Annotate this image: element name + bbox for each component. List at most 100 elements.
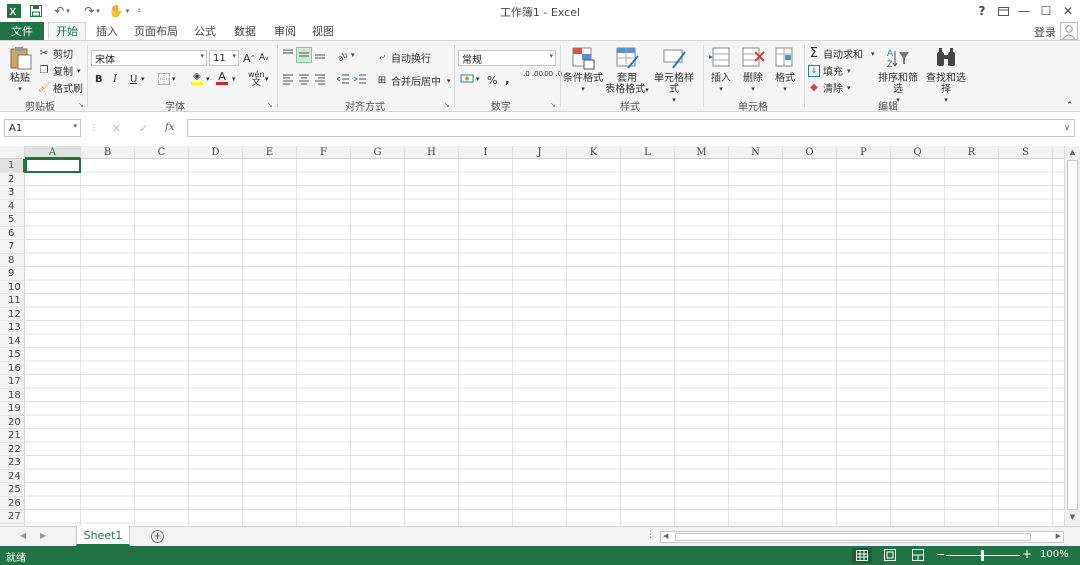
row-header-16[interactable]: 16 — [0, 362, 25, 375]
row-header-20[interactable]: 20 — [0, 416, 25, 429]
normal-view-icon[interactable] — [852, 548, 872, 563]
column-header-p[interactable]: P — [837, 146, 891, 159]
tab-data[interactable]: 数据 — [228, 22, 262, 40]
autosum-button[interactable]: Σ 自动求和 ▾ — [808, 46, 875, 61]
format-cells-button[interactable]: 格式 ▾ — [770, 46, 800, 95]
zoom-level[interactable]: 100% — [1040, 549, 1069, 560]
alignment-launcher-icon[interactable]: ↘ — [444, 101, 452, 109]
row-header-12[interactable]: 12 — [0, 308, 25, 321]
zoom-slider-thumb[interactable] — [981, 550, 984, 561]
copy-button[interactable]: ❐ 复制 ▾ — [38, 63, 81, 78]
row-header-25[interactable]: 25 — [0, 483, 25, 497]
font-size-select[interactable]: 11 ▾ — [209, 50, 239, 66]
decrease-decimal-button[interactable]: .00 .0 — [542, 71, 562, 78]
close-button[interactable]: ✕ — [1058, 3, 1078, 19]
collapse-ribbon-icon[interactable]: ⌃ — [1066, 101, 1074, 111]
percent-style-button[interactable]: % — [487, 74, 497, 87]
font-name-select[interactable]: 宋体 ▾ — [91, 50, 207, 66]
scroll-down-icon[interactable]: ▼ — [1067, 513, 1078, 523]
next-sheet-icon[interactable]: ▶ — [40, 531, 46, 540]
vertical-scrollbar[interactable]: ▲ ▼ — [1064, 146, 1080, 526]
worksheet-grid[interactable]: ABCDEFGHIJKLMNOPQRS 1 2 3 4 5 6 7 8 9 10 11 12 13 14 1… — [0, 146, 1064, 526]
font-color-dropdown-icon[interactable]: ▾ — [232, 75, 236, 83]
find-select-button[interactable]: 查找和选择 ▾ — [922, 46, 970, 106]
row-header-14[interactable]: 14 — [0, 335, 25, 348]
column-header-c[interactable]: C — [135, 146, 189, 159]
formula-input[interactable]: ∨ — [187, 119, 1075, 137]
row-header-1[interactable]: 1 — [0, 159, 25, 173]
align-center-icon[interactable] — [298, 73, 310, 85]
column-header-k[interactable]: K — [567, 146, 621, 159]
column-header-n[interactable]: N — [729, 146, 783, 159]
column-header-s[interactable]: S — [999, 146, 1053, 159]
insert-function-icon[interactable]: fx — [165, 122, 174, 133]
tab-insert[interactable]: 插入 — [90, 22, 124, 40]
font-color-icon[interactable]: A — [216, 71, 228, 85]
row-header-22[interactable]: 22 — [0, 443, 25, 456]
column-header-f[interactable]: F — [297, 146, 351, 159]
phonetic-icon[interactable]: wén 文 — [248, 71, 265, 88]
row-header-9[interactable]: 9 — [0, 267, 25, 281]
column-header-r[interactable]: R — [945, 146, 999, 159]
conditional-formatting-button[interactable]: 条件格式 ▾ — [563, 46, 603, 95]
ribbon-display-options-icon[interactable] — [993, 3, 1013, 19]
decrease-indent-icon[interactable] — [337, 73, 350, 85]
horizontal-scroll-thumb[interactable] — [675, 533, 1031, 541]
row-header-24[interactable]: 24 — [0, 470, 25, 483]
sheet-tab-sheet1[interactable]: Sheet1 — [76, 526, 130, 546]
underline-dropdown-icon[interactable]: ▾ — [141, 75, 145, 83]
row-header-27[interactable]: 27 — [0, 510, 25, 524]
column-header-l[interactable]: L — [621, 146, 675, 159]
merge-center-button[interactable]: ⊞ 合并后居中 ▾ — [376, 73, 451, 88]
column-header-m[interactable]: M — [675, 146, 729, 159]
login-link[interactable]: 登录 — [1034, 24, 1056, 40]
row-header-13[interactable]: 13 — [0, 321, 25, 335]
align-middle-icon[interactable] — [296, 47, 312, 63]
cancel-entry-icon[interactable]: ✕ — [112, 122, 121, 135]
clear-button[interactable]: ◆ 清除 ▾ — [808, 80, 850, 95]
number-launcher-icon[interactable]: ↘ — [550, 101, 558, 109]
select-all-corner[interactable] — [0, 146, 25, 159]
tab-page-layout[interactable]: 页面布局 — [132, 22, 180, 40]
column-header-i[interactable]: I — [459, 146, 513, 159]
cut-button[interactable]: ✂ 剪切 — [38, 46, 73, 61]
tab-file[interactable]: 文件 — [0, 22, 44, 40]
fill-button[interactable]: ↓ 填充 ▾ — [808, 63, 851, 78]
align-bottom-icon[interactable] — [314, 48, 326, 60]
row-header-3[interactable]: 3 — [0, 186, 25, 200]
page-layout-view-icon[interactable] — [884, 549, 896, 564]
prev-sheet-icon[interactable]: ◀ — [20, 531, 26, 540]
cell-styles-button[interactable]: 单元格样式 ▾ — [650, 46, 698, 106]
tab-formulas[interactable]: 公式 — [188, 22, 222, 40]
phonetic-dropdown-icon[interactable]: ▾ — [265, 75, 269, 83]
fill-color-dropdown-icon[interactable]: ▾ — [206, 75, 210, 83]
row-header-23[interactable]: 23 — [0, 456, 25, 470]
italic-button[interactable]: I — [113, 74, 117, 85]
row-header-15[interactable]: 15 — [0, 348, 25, 362]
confirm-entry-icon[interactable]: ✓ — [139, 122, 148, 135]
orientation-icon[interactable]: ab ▾ — [337, 49, 355, 61]
tab-view[interactable]: 视图 — [306, 22, 340, 40]
scroll-left-icon[interactable]: ◀ — [663, 532, 668, 540]
row-header-21[interactable]: 21 — [0, 429, 25, 443]
column-header-d[interactable]: D — [189, 146, 243, 159]
column-header-g[interactable]: G — [351, 146, 405, 159]
insert-cells-button[interactable]: 插入 ▾ — [706, 46, 736, 95]
scroll-up-icon[interactable]: ▲ — [1067, 148, 1078, 158]
zoom-out-icon[interactable]: − — [936, 548, 945, 561]
active-cell[interactable] — [25, 158, 81, 173]
increase-font-icon[interactable]: A ^ — [243, 52, 256, 65]
row-header-4[interactable]: 4 — [0, 200, 25, 213]
vertical-scroll-thumb[interactable] — [1067, 160, 1078, 510]
borders-icon[interactable]: ▾ — [158, 73, 176, 85]
delete-cells-button[interactable]: 删除 ▾ — [738, 46, 768, 95]
row-header-17[interactable]: 17 — [0, 375, 25, 389]
horizontal-scrollbar[interactable]: ◀ ▶ — [660, 531, 1064, 543]
column-header-q[interactable]: Q — [891, 146, 945, 159]
restore-button[interactable]: ☐ — [1036, 3, 1056, 19]
sort-filter-button[interactable]: AZ 排序和筛选 ▾ — [874, 46, 922, 106]
user-avatar-icon[interactable] — [1060, 22, 1078, 40]
align-top-icon[interactable] — [282, 48, 294, 60]
decrease-font-icon[interactable]: Av — [259, 53, 269, 63]
cell-gridlines[interactable] — [25, 159, 1064, 526]
